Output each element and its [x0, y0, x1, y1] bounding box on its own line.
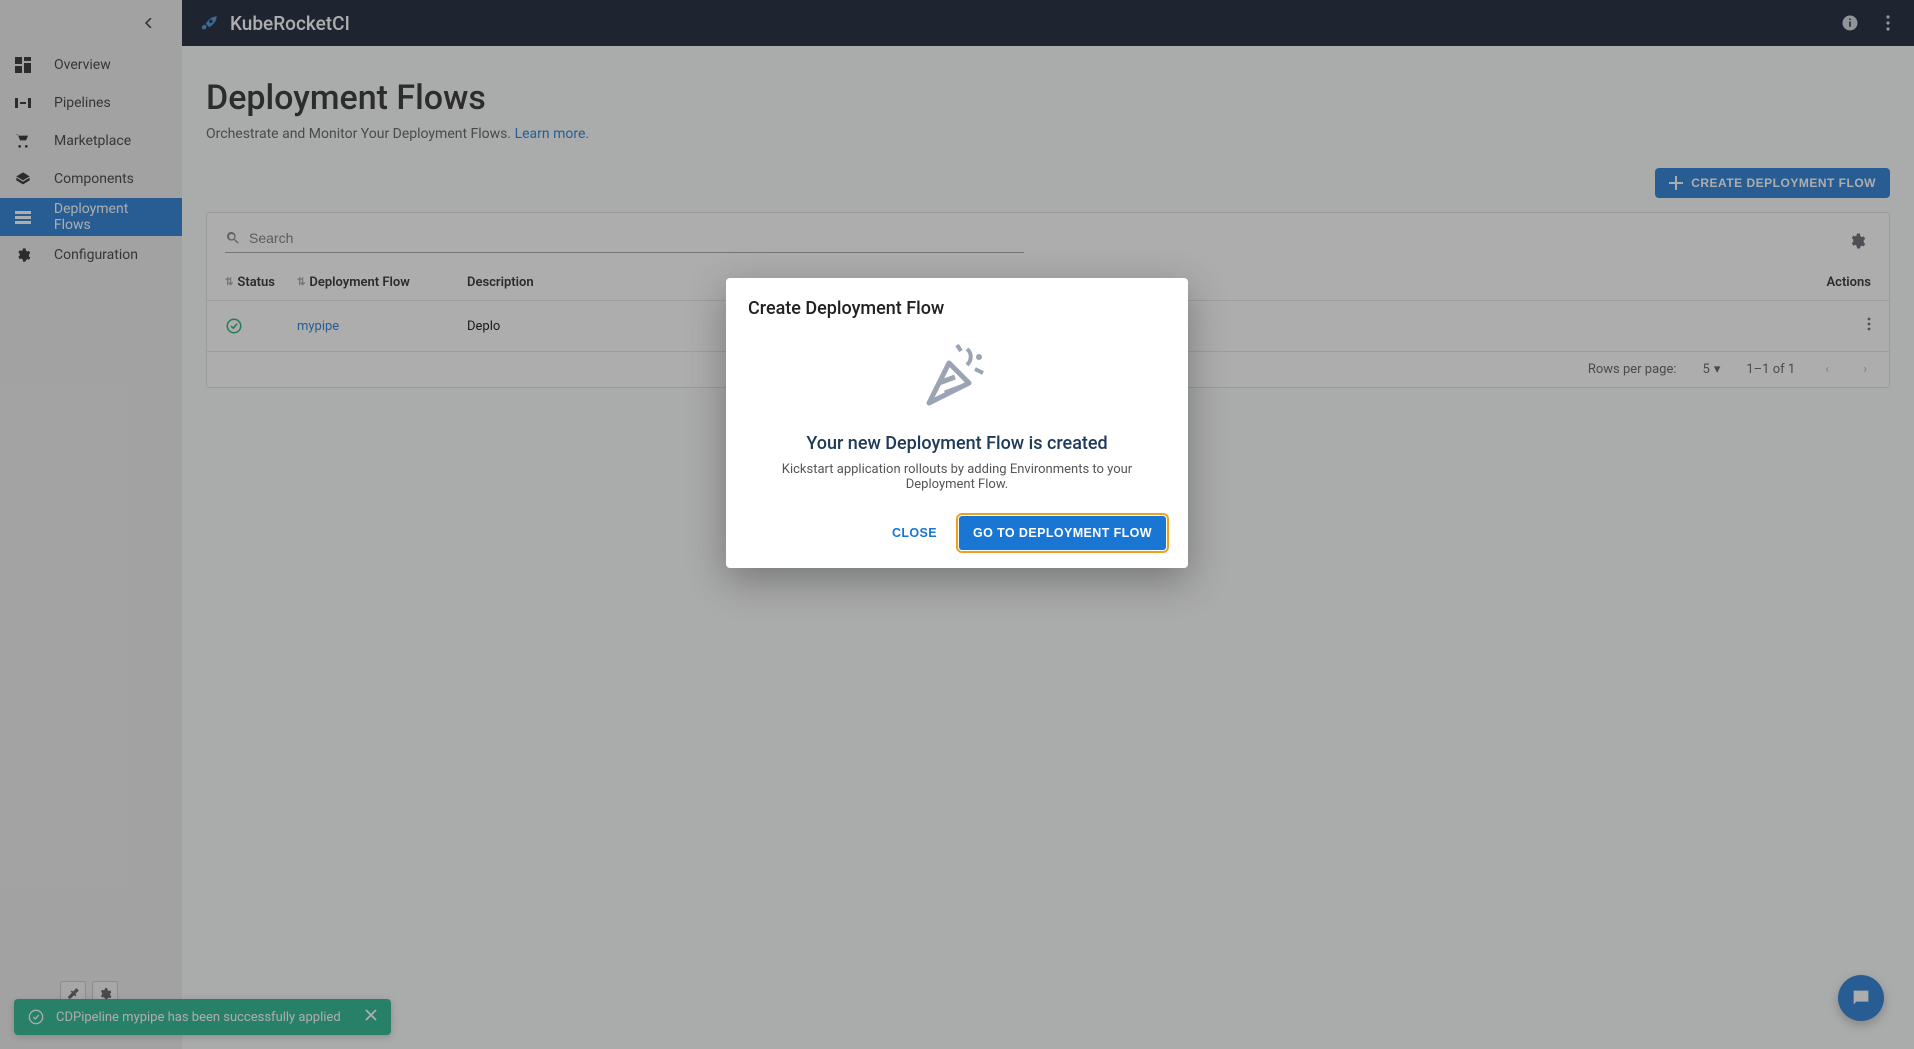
party-popper-icon	[917, 335, 997, 415]
modal-overlay[interactable]: Create Deployment Flow Your new Deployme…	[0, 0, 1914, 1049]
dialog-title: Create Deployment Flow	[748, 298, 1166, 319]
close-button[interactable]: CLOSE	[880, 518, 949, 548]
dialog-heading: Your new Deployment Flow is created	[748, 433, 1166, 454]
go-to-flow-button[interactable]: GO TO DEPLOYMENT FLOW	[959, 516, 1166, 550]
dialog-body-text: Kickstart application rollouts by adding…	[748, 462, 1166, 492]
create-flow-dialog: Create Deployment Flow Your new Deployme…	[726, 278, 1188, 568]
